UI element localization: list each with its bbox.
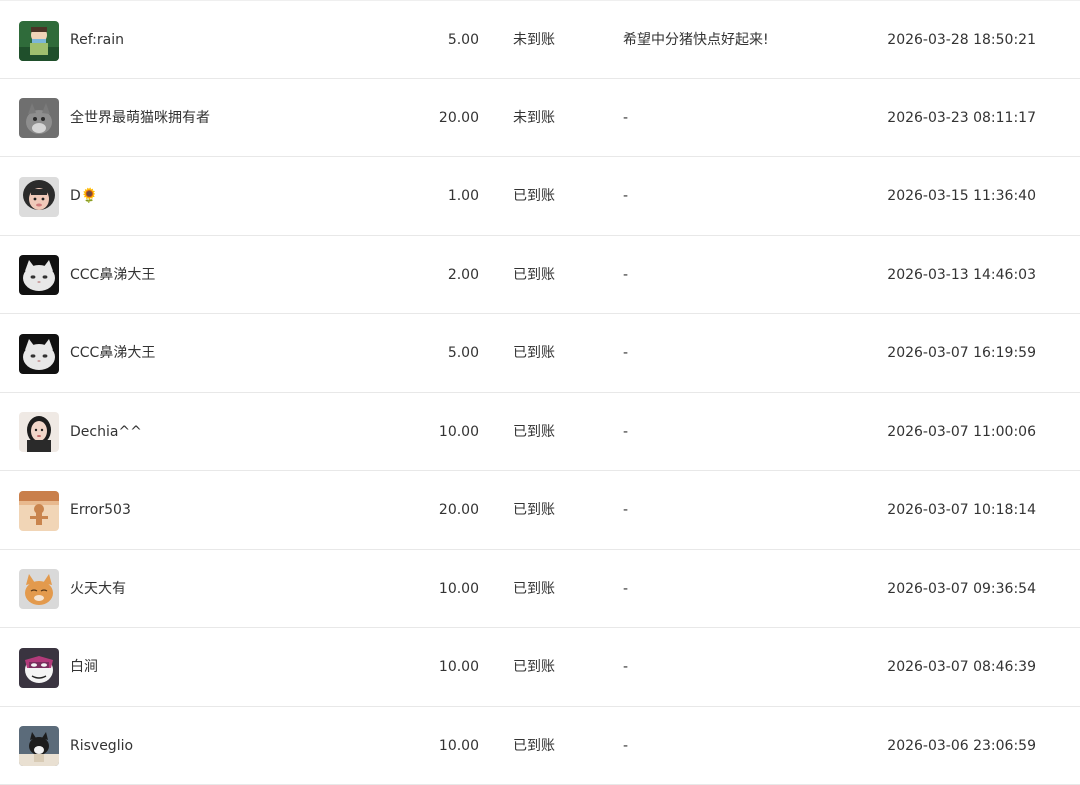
donor-name: 白涧 bbox=[70, 659, 98, 675]
payment-status: 已到账 bbox=[513, 266, 555, 283]
donation-message: - bbox=[623, 345, 629, 361]
avatar bbox=[19, 412, 59, 452]
donation-time: 2026-03-13 14:46:03 bbox=[887, 266, 1036, 283]
donation-message: - bbox=[623, 188, 629, 204]
donation-amount: 2.00 bbox=[447, 266, 479, 283]
avatar bbox=[19, 569, 59, 609]
avatar bbox=[19, 333, 59, 374]
donor-name: CCC鼻涕大王 bbox=[70, 345, 156, 361]
donation-time: 2026-03-28 18:50:21 bbox=[887, 32, 1036, 48]
payment-status: 已到账 bbox=[513, 423, 555, 440]
donor-name: Dechia^^ bbox=[70, 423, 142, 440]
donation-amount: 10.00 bbox=[438, 659, 479, 675]
donation-amount: 10.00 bbox=[438, 580, 479, 597]
table-row: 全世界最萌猫咪拥有者 20.00 未到账 - 2026-03-23 08:11:… bbox=[0, 79, 1080, 157]
payment-status: 已到账 bbox=[513, 502, 555, 518]
avatar bbox=[19, 647, 59, 688]
table-row: CCC鼻涕大王 5.00 已到账 - 2026-03-07 16:19:59 bbox=[0, 314, 1080, 393]
donor-name: Error503 bbox=[70, 502, 131, 518]
gray-cat-avatar-icon bbox=[19, 98, 59, 138]
woman-portrait-avatar-icon bbox=[19, 412, 59, 452]
donation-time: 2026-03-23 08:11:17 bbox=[887, 109, 1036, 126]
donation-time: 2026-03-15 11:36:40 bbox=[887, 188, 1036, 204]
donor-name: Risveglio bbox=[70, 737, 134, 754]
table-row: CCC鼻涕大王 2.00 已到账 - 2026-03-13 14:46:03 bbox=[0, 236, 1080, 314]
avatar bbox=[19, 490, 59, 531]
donation-time: 2026-03-07 16:19:59 bbox=[887, 345, 1036, 361]
donor-name: D🌻 bbox=[70, 188, 99, 204]
donation-time: 2026-03-07 09:36:54 bbox=[887, 580, 1036, 597]
donor-name: Ref:rain bbox=[70, 32, 124, 48]
payment-status: 未到账 bbox=[513, 32, 555, 48]
orange-figure-avatar-icon bbox=[19, 490, 59, 531]
payment-status: 已到账 bbox=[513, 188, 555, 204]
donation-amount: 5.00 bbox=[447, 32, 479, 48]
payment-status: 已到账 bbox=[513, 737, 555, 754]
avatar bbox=[19, 176, 59, 217]
donor-name: CCC鼻涕大王 bbox=[70, 266, 156, 283]
donation-amount: 10.00 bbox=[438, 737, 479, 754]
donation-message: - bbox=[623, 659, 629, 675]
payment-status: 已到账 bbox=[513, 345, 555, 361]
avatar bbox=[19, 98, 59, 138]
donation-amount: 20.00 bbox=[438, 109, 479, 126]
donation-amount: 1.00 bbox=[447, 188, 479, 204]
cartoon-mask-avatar-icon bbox=[19, 647, 59, 688]
donation-time: 2026-03-07 11:00:06 bbox=[887, 423, 1036, 440]
donation-message: - bbox=[623, 502, 629, 518]
avatar bbox=[19, 255, 59, 295]
donation-message: - bbox=[623, 423, 629, 440]
donation-time: 2026-03-07 10:18:14 bbox=[887, 502, 1036, 518]
white-cat-avatar-icon bbox=[19, 333, 59, 374]
avatar bbox=[19, 726, 59, 766]
table-row: Dechia^^ 10.00 已到账 - 2026-03-07 11:00:06 bbox=[0, 393, 1080, 471]
payment-status: 已到账 bbox=[513, 659, 555, 675]
table-row: Risveglio 10.00 已到账 - 2026-03-06 23:06:5… bbox=[0, 707, 1080, 785]
donation-amount: 10.00 bbox=[438, 423, 479, 440]
black-white-cat-avatar-icon bbox=[19, 726, 59, 766]
donation-amount: 5.00 bbox=[447, 345, 479, 361]
donation-message: - bbox=[623, 109, 629, 126]
table-row: Ref:rain 5.00 未到账 希望中分猪快点好起来! 2026-03-28… bbox=[0, 0, 1080, 79]
table-row: 白涧 10.00 已到账 - 2026-03-07 08:46:39 bbox=[0, 628, 1080, 707]
green-bookish-avatar-icon bbox=[19, 20, 59, 61]
white-cat-avatar-icon bbox=[19, 255, 59, 295]
donation-records-table: Ref:rain 5.00 未到账 希望中分猪快点好起来! 2026-03-28… bbox=[0, 0, 1080, 785]
girl-hood-avatar-icon bbox=[19, 176, 59, 217]
donation-time: 2026-03-06 23:06:59 bbox=[887, 737, 1036, 754]
donation-message: 希望中分猪快点好起来! bbox=[623, 32, 769, 48]
donor-name: 火天大有 bbox=[70, 580, 126, 597]
donation-amount: 20.00 bbox=[438, 502, 479, 518]
donation-message: - bbox=[623, 266, 629, 283]
payment-status: 未到账 bbox=[513, 109, 555, 126]
avatar bbox=[19, 20, 59, 61]
payment-status: 已到账 bbox=[513, 580, 555, 597]
orange-cat-avatar-icon bbox=[19, 569, 59, 609]
donor-name: 全世界最萌猫咪拥有者 bbox=[70, 109, 210, 126]
donation-message: - bbox=[623, 580, 629, 597]
table-row: Error503 20.00 已到账 - 2026-03-07 10:18:14 bbox=[0, 471, 1080, 550]
table-row: D🌻 1.00 已到账 - 2026-03-15 11:36:40 bbox=[0, 157, 1080, 236]
donation-time: 2026-03-07 08:46:39 bbox=[887, 659, 1036, 675]
table-row: 火天大有 10.00 已到账 - 2026-03-07 09:36:54 bbox=[0, 550, 1080, 628]
donation-message: - bbox=[623, 737, 629, 754]
